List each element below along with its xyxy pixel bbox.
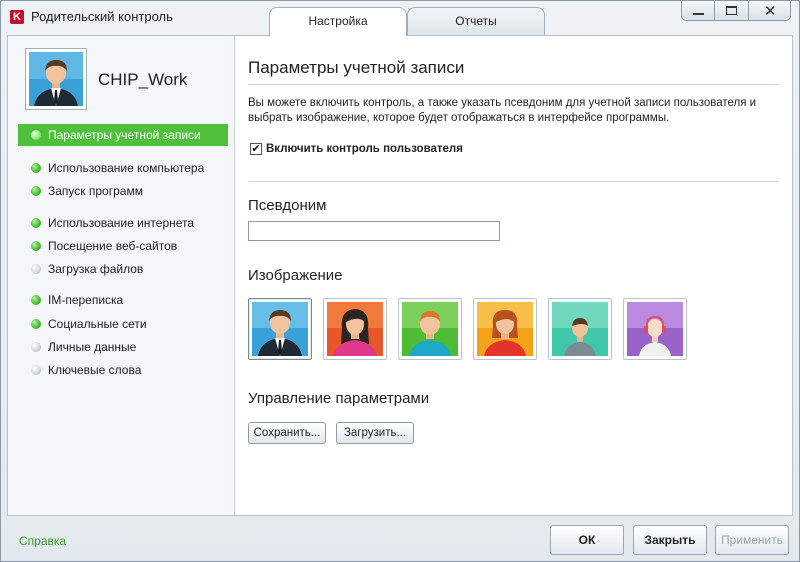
maximize-button[interactable] [715, 1, 749, 21]
window-title: Родительский контроль [31, 9, 173, 24]
tab-settings[interactable]: Настройка [269, 7, 407, 36]
apply-button[interactable]: Применить [715, 525, 789, 555]
sidebar-item-program-launch[interactable]: Запуск программ [18, 180, 228, 202]
load-button[interactable]: Загрузить... [336, 422, 414, 444]
sidebar-item-im-messaging[interactable]: IM-переписка [18, 289, 228, 311]
user-avatar [25, 48, 87, 110]
sidebar-item-label: Социальные сети [48, 317, 147, 331]
status-dot-icon [31, 218, 41, 228]
boy-avatar-icon [402, 302, 458, 356]
divider [248, 181, 779, 182]
sidebar-item-keywords[interactable]: Ключевые слова [18, 359, 228, 381]
close-button[interactable]: Закрыть [633, 525, 707, 555]
sidebar-item-label: Параметры учетной записи [48, 128, 201, 142]
help-link[interactable]: Справка [19, 534, 66, 548]
man-in-suit-avatar-icon [252, 302, 308, 356]
divider [248, 84, 779, 85]
alias-heading: Псевдоним [248, 197, 327, 214]
sidebar-item-account-settings[interactable]: Параметры учетной записи [18, 124, 228, 146]
minimize-icon [693, 13, 704, 15]
status-dot-icon [31, 295, 41, 305]
page-title: Параметры учетной записи [248, 58, 465, 77]
tab-reports[interactable]: Отчеты [407, 7, 545, 35]
avatar-option-5[interactable] [548, 298, 612, 360]
avatar-option-2[interactable] [323, 298, 387, 360]
status-dot-icon [31, 319, 41, 329]
avatar-option-6[interactable] [623, 298, 687, 360]
sidebar-item-label: Ключевые слова [48, 363, 142, 377]
sidebar-item-label: IM-переписка [48, 293, 124, 307]
description-text: Вы можете включить контроль, а также ука… [248, 97, 757, 124]
sidebar-item-label: Использование интернета [48, 216, 195, 230]
sidebar-item-label: Запуск программ [48, 184, 143, 198]
enable-control-checkbox[interactable]: ✔ [250, 143, 262, 155]
parental-control-window: K Родительский контроль Настройка Отчеты… [0, 0, 800, 562]
status-dot-icon [31, 186, 41, 196]
status-dot-icon [31, 241, 41, 251]
sidebar-item-label: Использование компьютера [48, 161, 205, 175]
enable-control-label[interactable]: Включить контроль пользователя [266, 143, 463, 155]
ok-button[interactable]: ОК [550, 525, 624, 555]
status-dot-icon [31, 163, 41, 173]
main-frame: CHIP_Work Параметры учетной записи Испол… [7, 35, 793, 516]
status-dot-icon [31, 342, 41, 352]
manage-settings-heading: Управление параметрами [248, 390, 430, 407]
avatar-option-3[interactable] [398, 298, 462, 360]
sidebar-item-personal-data[interactable]: Личные данные [18, 336, 228, 358]
sidebar-item-label: Личные данные [48, 340, 137, 354]
minimize-button[interactable] [681, 1, 715, 21]
status-dot-icon [31, 264, 41, 274]
status-dot-icon [31, 130, 41, 140]
sidebar-item-label: Загрузка файлов [48, 262, 144, 276]
avatar-option-4[interactable] [473, 298, 537, 360]
woman-dark-hair-avatar-icon [327, 302, 383, 356]
close-icon: ✕ [764, 3, 777, 20]
avatar-option-1[interactable] [248, 298, 312, 360]
save-button[interactable]: Сохранить... [248, 422, 326, 444]
title-bar: K Родительский контроль Настройка Отчеты… [1, 1, 799, 36]
kaspersky-logo-icon: K [10, 10, 24, 24]
sidebar: CHIP_Work Параметры учетной записи Испол… [8, 36, 235, 515]
sidebar-item-file-downloads[interactable]: Загрузка файлов [18, 258, 228, 280]
man-in-suit-avatar-icon [29, 52, 83, 106]
sidebar-item-website-visits[interactable]: Посещение веб-сайтов [18, 235, 228, 257]
sidebar-item-label: Посещение веб-сайтов [48, 239, 178, 253]
girl-avatar-icon [477, 302, 533, 356]
content-panel: Параметры учетной записи Вы можете включ… [248, 36, 788, 515]
status-dot-icon [31, 365, 41, 375]
girl-headphones-avatar-icon [627, 302, 683, 356]
image-heading: Изображение [248, 267, 343, 284]
window-controls: ✕ [681, 1, 791, 21]
maximize-icon [726, 6, 737, 15]
child-avatar-icon [552, 302, 608, 356]
sidebar-item-internet-usage[interactable]: Использование интернета [18, 212, 228, 234]
user-name: CHIP_Work [98, 70, 188, 89]
sidebar-item-social-networks[interactable]: Социальные сети [18, 313, 228, 335]
sidebar-item-computer-usage[interactable]: Использование компьютера [18, 157, 228, 179]
alias-input[interactable] [248, 221, 500, 241]
close-window-button[interactable]: ✕ [749, 1, 791, 21]
